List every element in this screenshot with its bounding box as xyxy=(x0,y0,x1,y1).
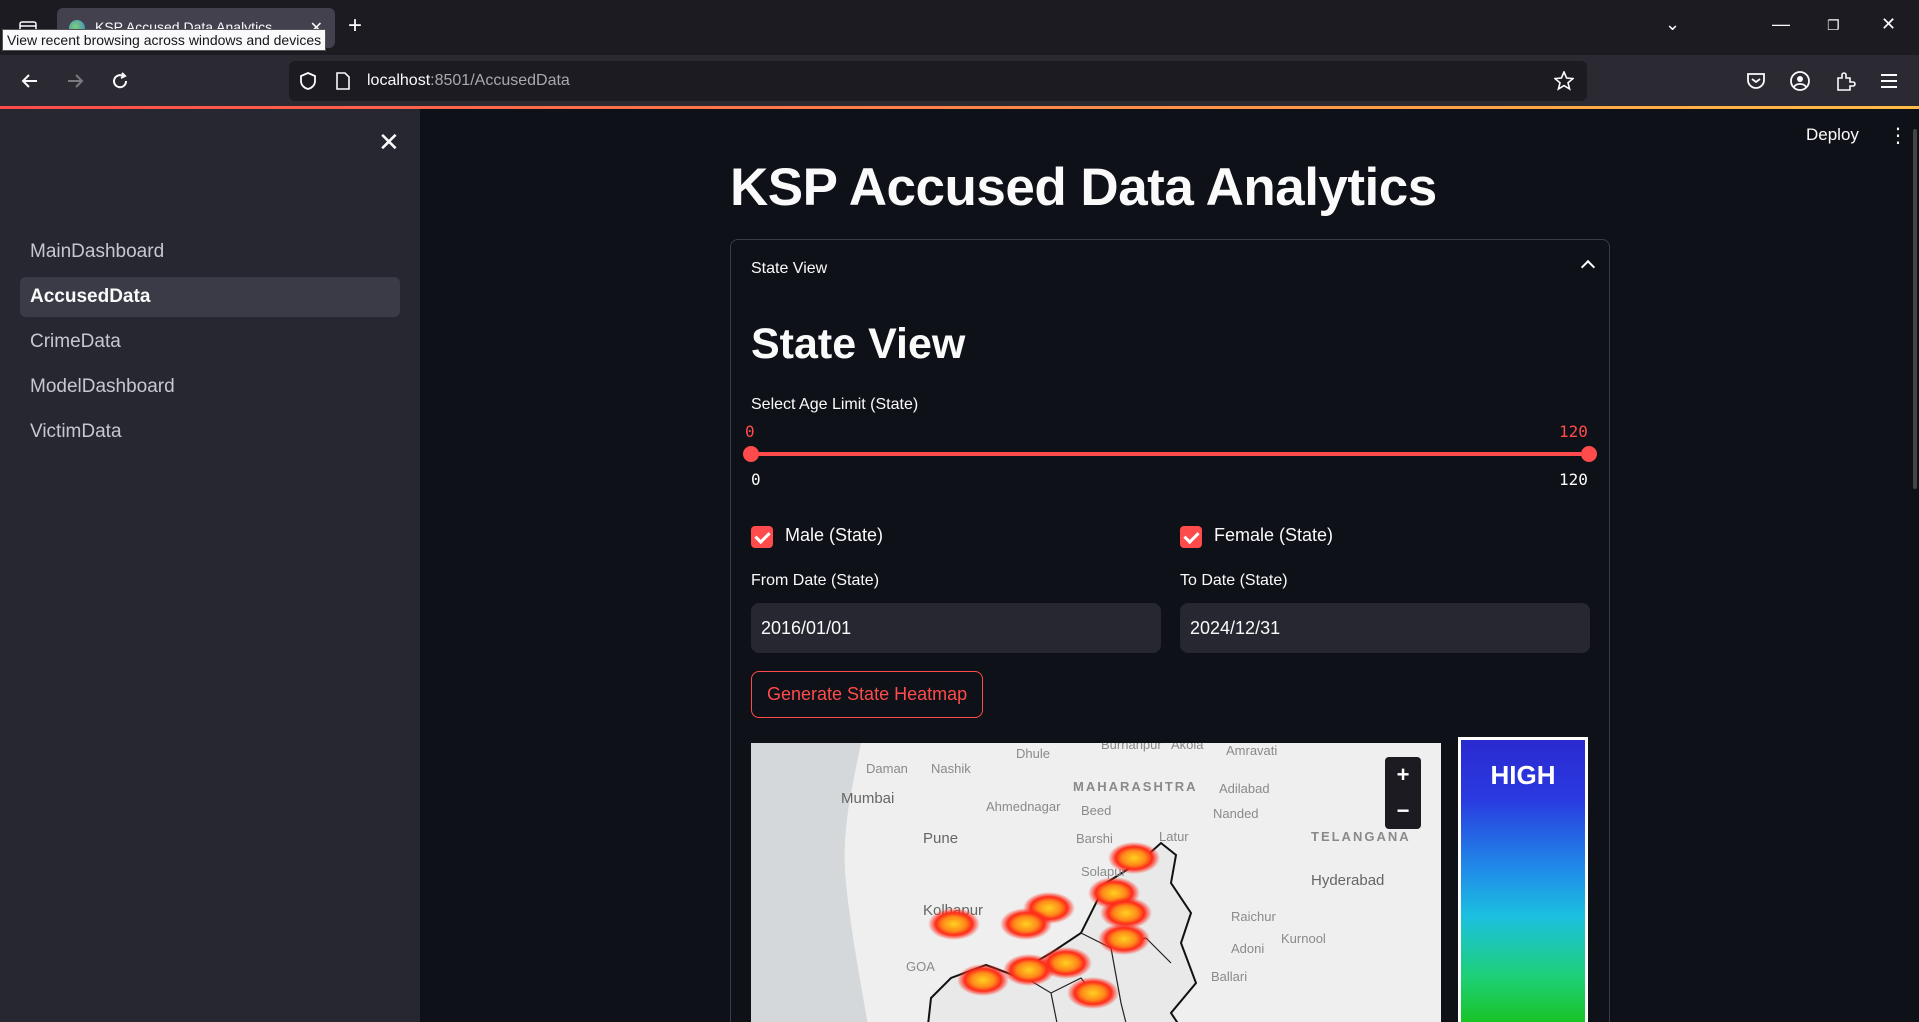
url-text[interactable]: localhost:8501/AccusedData xyxy=(367,72,570,90)
reload-icon xyxy=(113,72,128,89)
browser-nav-bar: localhost:8501/AccusedData xyxy=(0,55,1919,108)
from-date-label: From Date (State) xyxy=(751,572,880,589)
slider-low-value: 0 xyxy=(745,422,755,441)
sidebar-item-modeldashboard[interactable]: ModelDashboard xyxy=(20,367,400,407)
male-checkbox[interactable] xyxy=(751,526,773,548)
heatmap-hotspot xyxy=(1067,977,1119,1009)
restore-icon[interactable]: ❐ xyxy=(1827,17,1840,34)
page-title: KSP Accused Data Analytics xyxy=(730,158,1437,217)
map-zoom-control: + − xyxy=(1385,757,1421,829)
map-place-label: Pune xyxy=(923,830,958,847)
tooltip: View recent browsing across windows and … xyxy=(2,29,327,51)
map-place-label: Ballari xyxy=(1211,969,1247,984)
map-place-label: Nanded xyxy=(1213,806,1259,821)
map-place-label: Ahmednagar xyxy=(986,799,1061,814)
age-slider-label: Select Age Limit (State) xyxy=(751,396,919,413)
age-slider-track[interactable] xyxy=(751,452,1589,456)
sidebar-item-victimdata[interactable]: VictimData xyxy=(20,412,400,452)
chevron-up-icon[interactable] xyxy=(1580,259,1596,275)
slider-thumb-low[interactable] xyxy=(743,446,759,462)
slider-max-label: 120 xyxy=(1559,470,1588,489)
heatmap-hotspot xyxy=(1003,954,1055,986)
generate-heatmap-button[interactable]: Generate State Heatmap xyxy=(751,671,984,718)
slider-thumb-high[interactable] xyxy=(1581,446,1597,462)
legend-title: HIGH xyxy=(1490,760,1556,790)
url-path: :8501/AccusedData xyxy=(430,72,570,89)
map-place-label: Beed xyxy=(1081,803,1111,818)
map-place-label: MAHARASHTRA xyxy=(1073,779,1198,794)
new-tab-icon[interactable]: + xyxy=(348,12,362,40)
back-button[interactable] xyxy=(14,65,46,97)
sidebar: ✕ MainDashboard AccusedData CrimeData Mo… xyxy=(0,109,420,1022)
extensions-icon[interactable] xyxy=(1834,70,1856,92)
sidebar-item-crimedata[interactable]: CrimeData xyxy=(20,322,400,362)
map-place-label: Akola xyxy=(1171,743,1204,752)
forward-button[interactable] xyxy=(59,65,91,97)
map-place-label: Mumbai xyxy=(841,790,894,807)
heatmap-hotspot xyxy=(1098,923,1150,955)
from-date-input[interactable] xyxy=(751,603,1161,653)
map-place-label: GOA xyxy=(906,959,935,974)
map-place-label: Adoni xyxy=(1231,941,1264,956)
map-place-label: Adilabad xyxy=(1219,781,1270,796)
map-place-label: Dhule xyxy=(1016,746,1050,761)
heatmap-legend: HIGH xyxy=(1458,737,1588,1022)
map-place-label: Raichur xyxy=(1231,909,1276,924)
back-arrow-icon xyxy=(21,74,37,88)
heatmap-map[interactable]: Burhanpur Akola Amravati Dhule Daman Nashik MA… xyxy=(751,743,1441,1022)
map-place-label: Latur xyxy=(1159,829,1189,844)
pocket-icon[interactable] xyxy=(1745,70,1767,92)
account-icon[interactable] xyxy=(1789,70,1811,92)
bookmark-star-icon[interactable] xyxy=(1554,71,1574,91)
map-place-label: Amravati xyxy=(1226,743,1277,758)
main-content: Deploy ⋮ KSP Accused Data Analytics Stat… xyxy=(420,109,1919,1022)
slider-high-value: 120 xyxy=(1559,422,1588,441)
map-place-label: Barshi xyxy=(1076,831,1113,846)
close-window-icon[interactable]: ✕ xyxy=(1881,14,1896,35)
deploy-button[interactable]: Deploy xyxy=(1806,125,1859,145)
sidebar-item-accuseddata[interactable]: AccusedData xyxy=(20,277,400,317)
page-icon xyxy=(336,72,350,90)
female-checkbox-label[interactable]: Female (State) xyxy=(1214,525,1333,546)
zoom-in-button[interactable]: + xyxy=(1385,757,1421,793)
close-sidebar-icon[interactable]: ✕ xyxy=(378,127,400,158)
sidebar-item-maindashboard[interactable]: MainDashboard xyxy=(20,232,400,272)
reload-button[interactable] xyxy=(104,65,136,97)
map-place-label: Hyderabad xyxy=(1311,872,1384,889)
map-place-label: TELANGANA xyxy=(1311,829,1411,844)
expander-header[interactable]: State View xyxy=(751,260,827,278)
zoom-out-button[interactable]: − xyxy=(1385,793,1421,829)
slider-min-label: 0 xyxy=(751,470,761,489)
heatmap-hotspot xyxy=(957,964,1009,996)
list-all-tabs-icon[interactable]: ⌄ xyxy=(1665,14,1680,35)
map-place-label: Kurnool xyxy=(1281,931,1326,946)
browser-tab-bar: KSP Accused Data Analytics ✕ + View rece… xyxy=(0,0,1919,55)
menu-icon[interactable] xyxy=(1879,71,1899,91)
forward-arrow-icon xyxy=(68,74,84,88)
url-host: localhost xyxy=(367,72,431,89)
url-bar[interactable]: localhost:8501/AccusedData xyxy=(289,61,1587,101)
heatmap-hotspot xyxy=(1108,842,1160,874)
map-canvas[interactable]: Burhanpur Akola Amravati Dhule Daman Nashik MA… xyxy=(751,743,1441,1022)
shield-icon[interactable] xyxy=(299,71,317,91)
scrollbar[interactable] xyxy=(1913,129,1917,489)
to-date-label: To Date (State) xyxy=(1180,572,1288,589)
more-options-icon[interactable]: ⋮ xyxy=(1888,123,1908,148)
map-place-label: Nashik xyxy=(931,761,971,776)
to-date-input[interactable] xyxy=(1180,603,1590,653)
minimize-icon[interactable]: — xyxy=(1772,14,1790,35)
map-place-label: Daman xyxy=(866,761,908,776)
map-place-label: Burhanpur xyxy=(1101,743,1162,752)
section-title: State View xyxy=(751,320,966,368)
male-checkbox-label[interactable]: Male (State) xyxy=(785,525,883,546)
female-checkbox[interactable] xyxy=(1180,526,1202,548)
heatmap-hotspot xyxy=(928,908,980,940)
heatmap-hotspot xyxy=(1000,908,1052,940)
